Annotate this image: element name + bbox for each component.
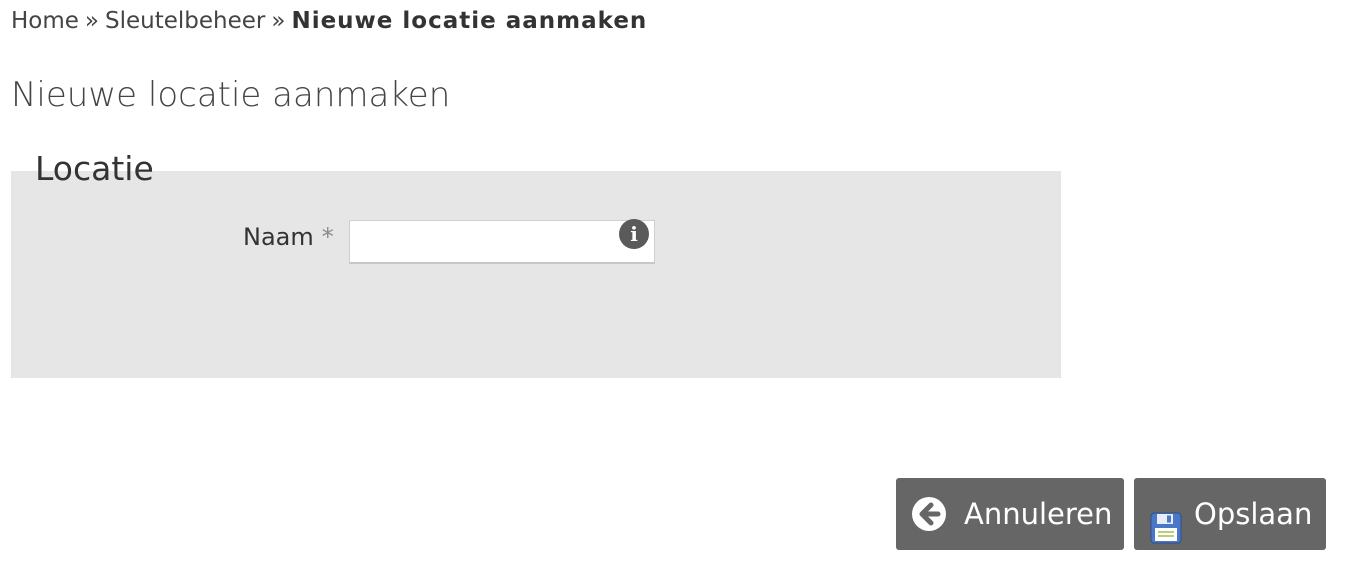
- breadcrumb-current: Nieuwe locatie aanmaken: [291, 8, 648, 34]
- save-button[interactable]: Opslaan: [1134, 478, 1326, 550]
- save-button-label: Opslaan: [1194, 497, 1313, 531]
- name-label-text: Naam: [243, 223, 314, 251]
- page: Home» Sleutelbeheer» Nieuwe locatie aanmak…: [0, 0, 1350, 580]
- info-icon[interactable]: i: [619, 219, 649, 249]
- name-field-label: Naam *: [243, 222, 334, 252]
- arrow-left-circle-icon: [912, 497, 946, 531]
- breadcrumb-home-link[interactable]: Home: [11, 8, 79, 34]
- floppy-disk-icon: [1150, 498, 1182, 544]
- breadcrumb-section-link[interactable]: Sleutelbeheer: [105, 8, 265, 34]
- page-title: Nieuwe locatie aanmaken: [11, 75, 451, 115]
- required-marker: *: [321, 223, 334, 251]
- cancel-button[interactable]: Annuleren: [896, 478, 1124, 550]
- breadcrumb-separator: »: [84, 8, 99, 34]
- breadcrumb: Home» Sleutelbeheer» Nieuwe locatie aanmak…: [11, 6, 647, 36]
- cancel-button-label: Annuleren: [964, 497, 1113, 531]
- name-input[interactable]: [349, 220, 655, 264]
- fieldset-legend: Locatie: [11, 146, 166, 192]
- breadcrumb-separator: »: [271, 8, 286, 34]
- location-fieldset: [11, 171, 1061, 378]
